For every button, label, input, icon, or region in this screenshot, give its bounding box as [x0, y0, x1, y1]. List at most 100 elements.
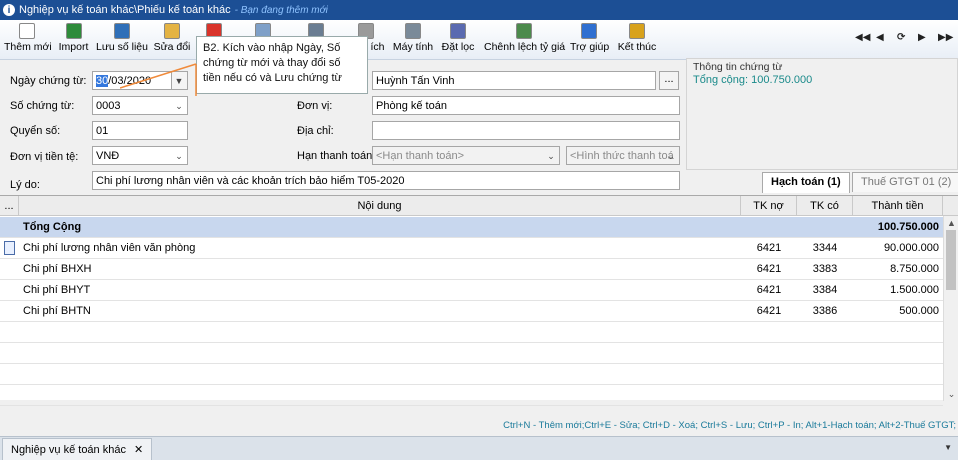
- previous-record-icon[interactable]: ◀: [876, 32, 884, 43]
- col-credit[interactable]: TK có: [797, 196, 853, 216]
- cell-credit[interactable]: 3384: [797, 280, 853, 301]
- info-icon: i: [3, 4, 15, 16]
- filter-button[interactable]: Đặt lọc: [440, 22, 476, 56]
- cell-amount[interactable]: 90.000.000: [853, 238, 939, 259]
- accounting-grid: ... Nội dung TK nợ TK có Thành tiền Tổng…: [0, 195, 958, 406]
- bottom-tab-accounting[interactable]: Nghiệp vụ kế toán khác ✕: [2, 438, 153, 460]
- doc-no-select[interactable]: 0003 ⌄: [92, 96, 188, 115]
- import-button[interactable]: Import: [57, 22, 90, 56]
- new-doc-icon: [19, 23, 35, 39]
- payment-form-placeholder: <Hình thức thanh toá: [570, 149, 674, 162]
- payment-term-placeholder: <Hạn thanh toán>: [376, 149, 465, 162]
- cell-debit[interactable]: 6421: [741, 259, 797, 280]
- exit-icon: [629, 23, 645, 39]
- empty-row[interactable]: [0, 364, 943, 385]
- payment-form-select[interactable]: <Hình thức thanh toá ⌄: [566, 146, 680, 165]
- date-field[interactable]: 30/03/2020 ▼: [92, 71, 188, 90]
- scroll-down-icon[interactable]: ⌄: [944, 387, 958, 401]
- save-button[interactable]: Lưu số liệu: [96, 22, 148, 56]
- chevron-down-icon: ⌄: [175, 151, 183, 161]
- cell-content[interactable]: Chi phí BHXH: [23, 259, 723, 280]
- date-day-selected: 30: [96, 74, 109, 87]
- cell-debit[interactable]: 6421: [741, 301, 797, 322]
- cell-debit[interactable]: 6421: [741, 280, 797, 301]
- date-picker-button[interactable]: ▼: [171, 72, 187, 89]
- payment-term-select[interactable]: <Hạn thanh toán> ⌄: [372, 146, 560, 165]
- add-new-button[interactable]: Thêm mới: [4, 22, 52, 56]
- document-info-panel: Thông tin chứng từ Tổng cộng: 100.750.00…: [686, 58, 958, 170]
- total-label: Tổng Cộng: [23, 221, 82, 233]
- excel-icon: [65, 23, 82, 39]
- exchange-rate-button-label: Chênh lệch tỷ giá: [484, 41, 566, 53]
- col-amount[interactable]: Thành tiền: [853, 196, 943, 216]
- import-button-label: Import: [58, 41, 89, 53]
- scroll-up-icon[interactable]: ▲: [944, 216, 958, 230]
- info-panel-total: Tổng cộng: 100.750.000: [693, 74, 813, 86]
- tab-accounting[interactable]: Hạch toán (1): [762, 172, 850, 193]
- window-title: Nghiệp vụ kế toán khác\Phiếu kế toán khá…: [19, 4, 231, 16]
- next-record-icon[interactable]: ▶: [918, 32, 926, 43]
- table-row[interactable]: Chi phí BHTN 6421 3386 500.000: [0, 301, 943, 322]
- cell-content[interactable]: Chi phí lương nhân viên văn phòng: [23, 238, 723, 259]
- bottom-tab-label: Nghiệp vụ kế toán khác: [11, 444, 126, 456]
- empty-row[interactable]: [0, 322, 943, 343]
- table-row[interactable]: Chi phí lương nhân viên văn phòng 6421 334…: [0, 238, 943, 259]
- vertical-scrollbar[interactable]: ▲ ⌄: [943, 216, 958, 401]
- shortcut-status-bar: Ctrl+N - Thêm mới;Ctrl+E - Sửa; Ctrl+D -…: [503, 420, 956, 431]
- person-input[interactable]: Huỳnh Tấn Vinh: [372, 71, 656, 90]
- chevron-down-icon[interactable]: ▼: [944, 443, 952, 452]
- cell-amount[interactable]: 500.000: [853, 301, 939, 322]
- add-new-button-label: Thêm mới: [4, 41, 52, 53]
- col-selector[interactable]: ...: [0, 196, 19, 216]
- scrollbar-thumb[interactable]: [946, 230, 956, 290]
- col-content[interactable]: Nội dung: [19, 196, 741, 216]
- currency-select[interactable]: VNĐ ⌄: [92, 146, 188, 165]
- col-debit[interactable]: TK nợ: [741, 196, 797, 216]
- exchange-rate-button[interactable]: Chênh lệch tỷ giá: [484, 22, 566, 56]
- book-input[interactable]: 01: [92, 121, 188, 140]
- cell-credit[interactable]: 3344: [797, 238, 853, 259]
- chevron-down-icon: ⌄: [547, 151, 555, 161]
- exchange-rate-icon: [516, 23, 532, 39]
- table-row[interactable]: Chi phí BHYT 6421 3384 1.500.000: [0, 280, 943, 301]
- total-row: Tổng Cộng 100.750.000: [0, 217, 943, 238]
- cell-credit[interactable]: 3383: [797, 259, 853, 280]
- table-row[interactable]: Chi phí BHXH 6421 3383 8.750.000: [0, 259, 943, 280]
- exit-button[interactable]: Kết thúc: [616, 22, 658, 56]
- tab-vat[interactable]: Thuế GTGT 01 (2): [852, 172, 958, 192]
- help-button[interactable]: Trợ giúp: [570, 22, 609, 56]
- grid-header: ... Nội dung TK nợ TK có Thành tiền: [0, 196, 958, 216]
- cell-amount[interactable]: 1.500.000: [853, 280, 939, 301]
- person-lookup-button[interactable]: ...: [659, 71, 679, 90]
- first-record-icon[interactable]: ◀◀: [855, 32, 870, 43]
- info-panel-header: Thông tin chứng từ: [693, 61, 783, 73]
- calculator-icon: [405, 23, 421, 39]
- cell-content[interactable]: Chi phí BHYT: [23, 280, 723, 301]
- empty-row[interactable]: [0, 385, 943, 406]
- exit-button-label: Kết thúc: [617, 41, 657, 53]
- empty-row[interactable]: [0, 343, 943, 364]
- doc-no-label: Số chứng từ:: [10, 100, 75, 112]
- unit-label: Đơn vị:: [297, 100, 333, 112]
- calculator-button[interactable]: Máy tính: [390, 22, 436, 56]
- cell-amount[interactable]: 8.750.000: [853, 259, 939, 280]
- sort-az-icon: [450, 23, 466, 39]
- edit-icon: [164, 23, 180, 39]
- currency-label: Đơn vị tiền tệ:: [10, 151, 79, 163]
- unit-input[interactable]: Phòng kế toán: [372, 96, 680, 115]
- date-rest: /03/2020: [108, 74, 152, 87]
- refresh-icon[interactable]: ⟳: [897, 32, 905, 43]
- reason-input[interactable]: Chi phí lương nhân viên và các khoản trí…: [92, 171, 680, 190]
- window-mode: - Bạn đang thêm mới: [234, 4, 328, 16]
- chevron-down-icon: ▼: [174, 76, 184, 86]
- last-record-icon[interactable]: ▶▶: [938, 32, 953, 43]
- total-amount: 100.750.000: [877, 221, 939, 233]
- address-label: Địa chỉ:: [297, 125, 334, 137]
- edit-button[interactable]: Sửa đổi: [153, 22, 191, 56]
- cell-content[interactable]: Chi phí BHTN: [23, 301, 723, 322]
- cell-debit[interactable]: 6421: [741, 238, 797, 259]
- close-icon[interactable]: ✕: [134, 444, 143, 456]
- address-input[interactable]: [372, 121, 680, 140]
- toolbar: Thêm mớiImportLưu số liệuSửa đổiXoáXemIn…: [0, 20, 958, 60]
- cell-credit[interactable]: 3386: [797, 301, 853, 322]
